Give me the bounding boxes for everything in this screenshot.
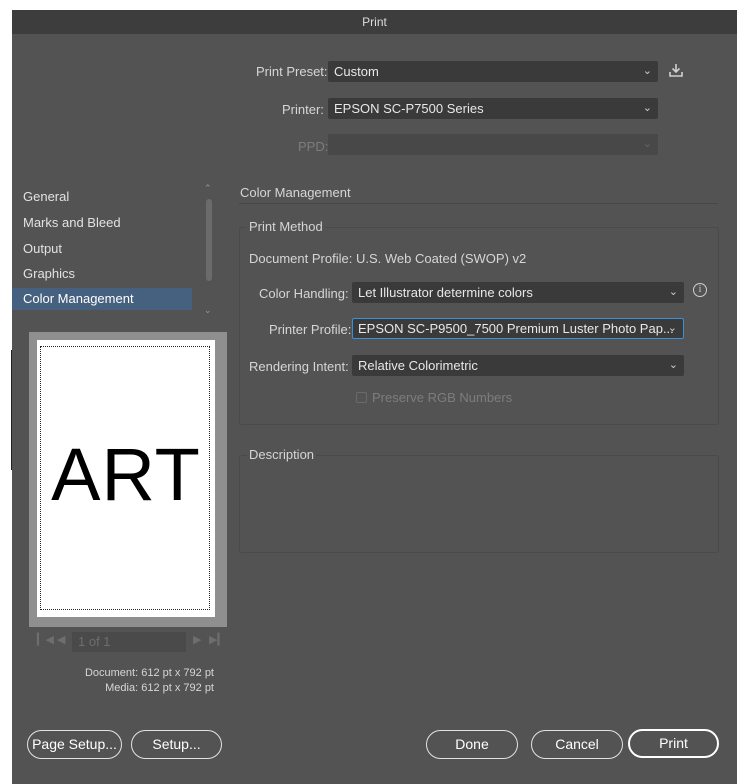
section-divider xyxy=(239,203,718,204)
print-preset-label: Print Preset: xyxy=(256,64,328,79)
media-size: Media: 612 pt x 792 pt xyxy=(105,682,214,694)
chevron-down-icon: ⌄ xyxy=(642,138,652,150)
chevron-down-icon: ⌄ xyxy=(668,286,678,298)
window-edge xyxy=(11,350,12,470)
cancel-button[interactable]: Cancel xyxy=(531,730,623,759)
print-preset-value: Custom xyxy=(334,64,379,79)
scroll-down-icon[interactable]: ⌄ xyxy=(204,305,212,316)
printer-profile-value: EPSON SC-P9500_7500 Premium Luster Photo… xyxy=(358,321,674,336)
preserve-rgb-checkbox xyxy=(356,392,367,403)
color-handling-select[interactable]: Let Illustrator determine colors ⌄ xyxy=(352,282,684,303)
print-preview[interactable]: ART xyxy=(29,332,227,627)
previous-page-icon[interactable]: ◀ xyxy=(57,633,65,646)
printer-profile-select[interactable]: EPSON SC-P9500_7500 Premium Luster Photo… xyxy=(352,318,684,339)
sidebar-item-graphics[interactable]: Graphics xyxy=(12,263,192,285)
window-title: Print xyxy=(12,10,737,35)
next-page-icon[interactable]: ▶ xyxy=(193,633,201,646)
print-preset-select[interactable]: Custom ⌄ xyxy=(328,61,658,82)
sidebar-item-marks-and-bleed[interactable]: Marks and Bleed xyxy=(12,212,192,234)
printer-select[interactable]: EPSON SC-P7500 Series ⌄ xyxy=(328,98,658,119)
color-handling-value: Let Illustrator determine colors xyxy=(358,285,533,300)
print-button[interactable]: Print xyxy=(628,729,719,758)
category-list: General Marks and Bleed Output Graphics … xyxy=(12,185,199,318)
info-icon[interactable]: i xyxy=(693,283,707,297)
preview-page: ART xyxy=(37,340,215,617)
print-method-title: Print Method xyxy=(247,219,325,234)
sidebar-item-color-management[interactable]: Color Management xyxy=(12,288,192,310)
chevron-down-icon: ⌄ xyxy=(668,359,678,371)
document-size: Document: 612 pt x 792 pt xyxy=(84,667,214,679)
document-profile-label: Document Profile: xyxy=(249,251,353,266)
printer-profile-label: Printer Profile: xyxy=(269,322,352,337)
first-page-icon[interactable]: ▎◀ xyxy=(37,633,54,646)
preserve-rgb-label: Preserve RGB Numbers xyxy=(372,390,513,405)
preview-art-text: ART xyxy=(51,433,201,516)
ppd-label: PPD: xyxy=(298,139,329,154)
page-setup-button[interactable]: Page Setup... xyxy=(27,730,122,759)
rendering-intent-value: Relative Colorimetric xyxy=(358,358,478,373)
printer-label: Printer: xyxy=(282,102,324,117)
sidebar-item-output[interactable]: Output xyxy=(12,238,192,260)
section-title: Color Management xyxy=(240,185,351,200)
scroll-up-icon[interactable]: ⌃ xyxy=(204,183,212,194)
page-number-field[interactable]: 1 of 1 xyxy=(72,632,186,652)
description-title: Description xyxy=(247,447,317,462)
rendering-intent-label: Rendering Intent: xyxy=(249,359,349,374)
rendering-intent-select[interactable]: Relative Colorimetric ⌄ xyxy=(352,355,684,376)
color-handling-label: Color Handling: xyxy=(259,286,349,301)
description-group xyxy=(239,455,719,553)
printer-value: EPSON SC-P7500 Series xyxy=(334,101,484,116)
chevron-down-icon: ⌄ xyxy=(642,65,652,77)
save-preset-icon[interactable] xyxy=(668,62,684,78)
ppd-select: ⌄ xyxy=(328,134,658,155)
sidebar-item-general[interactable]: General xyxy=(12,186,192,208)
category-list-scrollbar[interactable]: ⌃ ⌄ xyxy=(203,183,215,319)
document-profile-value: U.S. Web Coated (SWOP) v2 xyxy=(356,251,527,266)
done-button[interactable]: Done xyxy=(426,730,518,759)
scrollbar-thumb[interactable] xyxy=(206,199,212,281)
last-page-icon[interactable]: ▶▎ xyxy=(209,633,226,646)
chevron-down-icon: ⌄ xyxy=(642,102,652,114)
setup-button[interactable]: Setup... xyxy=(131,730,222,759)
chevron-down-icon: ⌄ xyxy=(667,322,677,334)
